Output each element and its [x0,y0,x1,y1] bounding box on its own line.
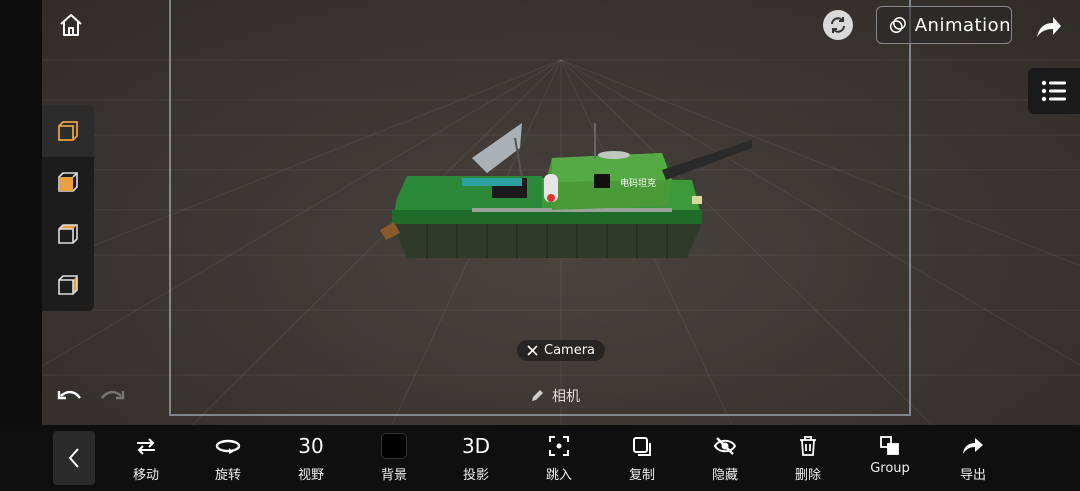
fov-value: 30 [298,434,324,458]
camera-name-label: 相机 [552,389,580,405]
move-icon [137,438,155,455]
camera-chip-label: Camera [544,343,596,358]
fov-tool[interactable]: 30 视野 [276,431,346,487]
object-list-button[interactable] [1028,68,1080,114]
background-tool[interactable]: 背景 [359,431,429,487]
group-icon [880,436,899,455]
background-label: 背景 [380,468,407,483]
3d-viewport[interactable]: 电码坦克 Animation Camera 相机 [42,0,1080,425]
jump-in-icon [549,436,569,456]
projection-label: 投影 [462,468,489,483]
animation-icon [889,17,906,33]
pencil-icon [532,390,543,401]
color-swatch-icon [381,433,407,459]
delete-label: 删除 [794,468,821,483]
view-panel [42,105,94,311]
group-label: Group [870,461,910,476]
view-side-button[interactable] [42,157,94,209]
rotate-label: 旋转 [214,468,241,483]
home-icon [60,14,82,36]
fov-label: 视野 [297,468,324,483]
left-strip [0,0,42,425]
hide-icon [713,437,737,455]
projection-tool[interactable]: 3D 投影 [441,431,511,487]
delete-tool[interactable]: 删除 [773,431,843,487]
undo-button[interactable] [54,384,86,410]
share-icon [1037,17,1061,37]
animation-label: Animation [914,14,1011,36]
projection-value: 3D [461,434,491,458]
undo-icon [57,390,81,400]
view-top-button[interactable] [42,208,94,260]
jump-in-label: 跳入 [545,468,572,483]
view-perspective-button[interactable] [42,260,94,312]
copy-icon [633,437,651,456]
move-label: 移动 [132,468,159,483]
jump-in-tool[interactable]: 跳入 [524,431,594,487]
move-tool[interactable]: 移动 [111,431,181,487]
cube-view-icon [58,172,78,193]
copy-tool[interactable]: 复制 [607,431,677,487]
camera-chip[interactable]: Camera [517,340,606,361]
redo-icon [101,390,125,400]
share-button[interactable] [1032,10,1066,44]
view-front-button[interactable] [42,105,94,157]
redo-button[interactable] [96,384,128,410]
export-tool[interactable]: 导出 [938,431,1008,487]
export-label: 导出 [959,468,986,483]
refresh-button[interactable] [823,10,853,40]
hide-label: 隐藏 [711,468,738,483]
home-button[interactable] [54,8,88,42]
hide-tool[interactable]: 隐藏 [690,431,760,487]
rotate-tool[interactable]: 旋转 [193,431,263,487]
close-icon [527,345,538,356]
animation-button[interactable]: Animation [876,6,1012,44]
group-tool[interactable]: Group [855,431,925,487]
list-icon [1041,80,1066,102]
copy-label: 复制 [628,468,655,483]
rotate-icon [215,439,241,454]
tank-model[interactable]: 电码坦克 [372,118,752,268]
bottom-toolbar: 移动 旋转 30 视野 背景 3D 投影 跳入 复制 隐藏 删除 Group 导… [0,425,1080,491]
tank-label: 电码坦克 [620,177,656,189]
cube-view-icon [58,223,78,244]
export-icon [963,438,983,454]
camera-name[interactable]: 相机 [530,386,580,406]
cube-view-icon [58,120,78,141]
back-button[interactable] [53,431,95,485]
trash-icon [800,436,816,456]
refresh-icon [831,17,845,33]
back-icon [68,448,79,468]
cube-view-icon [58,275,78,296]
